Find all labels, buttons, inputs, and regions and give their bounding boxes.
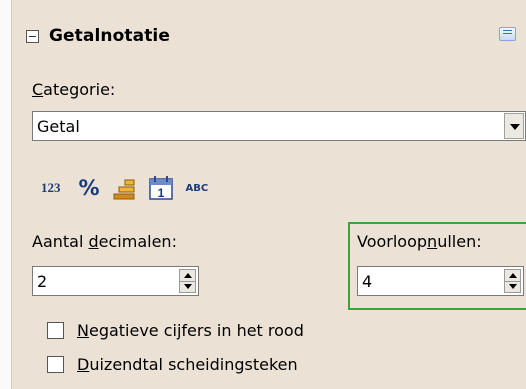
decimals-value: 2 xyxy=(37,272,48,291)
negative-red-row[interactable]: Negatieve cijfers in het rood xyxy=(47,321,304,340)
leading-zeros-value: 4 xyxy=(362,272,373,291)
svg-text:1: 1 xyxy=(157,186,164,200)
percent-format-icon[interactable]: % xyxy=(79,176,100,200)
decimals-spinner[interactable]: 2 xyxy=(32,266,199,296)
date-format-icon[interactable]: 1 xyxy=(148,175,174,201)
category-label: Categorie: xyxy=(32,80,116,99)
format-icon-bar: 123 % 1 ABC xyxy=(41,175,208,201)
spinner-arrows-icon[interactable] xyxy=(179,269,196,293)
thousands-separator-row[interactable]: Duizendtal scheidingsteken xyxy=(47,355,298,374)
leading-zeros-label: Voorloopnullen: xyxy=(357,232,482,251)
sidebar-edge xyxy=(0,0,12,389)
pane-options-icon[interactable] xyxy=(499,27,516,41)
section-title: Getalnotatie xyxy=(49,26,170,46)
negative-red-label: Negatieve cijfers in het rood xyxy=(77,321,304,340)
number-format-icon[interactable]: 123 xyxy=(41,180,61,196)
leading-zeros-spinner[interactable]: 4 xyxy=(357,266,524,296)
category-value: Getal xyxy=(37,117,80,136)
thousands-separator-label: Duizendtal scheidingsteken xyxy=(77,355,298,374)
section-header: Getalnotatie xyxy=(26,26,170,46)
text-format-icon[interactable]: ABC xyxy=(186,183,209,194)
currency-format-icon[interactable] xyxy=(112,176,136,200)
category-select[interactable]: Getal xyxy=(32,111,526,141)
collapse-icon[interactable] xyxy=(26,29,39,43)
number-format-panel: Getalnotatie Categorie: Getal 123 % 1 AB… xyxy=(12,0,526,389)
thousands-separator-checkbox[interactable] xyxy=(47,356,64,373)
chevron-down-icon[interactable] xyxy=(504,113,524,139)
spinner-arrows-icon[interactable] xyxy=(504,269,521,293)
negative-red-checkbox[interactable] xyxy=(47,322,64,339)
decimals-label: Aantal decimalen: xyxy=(32,232,177,251)
